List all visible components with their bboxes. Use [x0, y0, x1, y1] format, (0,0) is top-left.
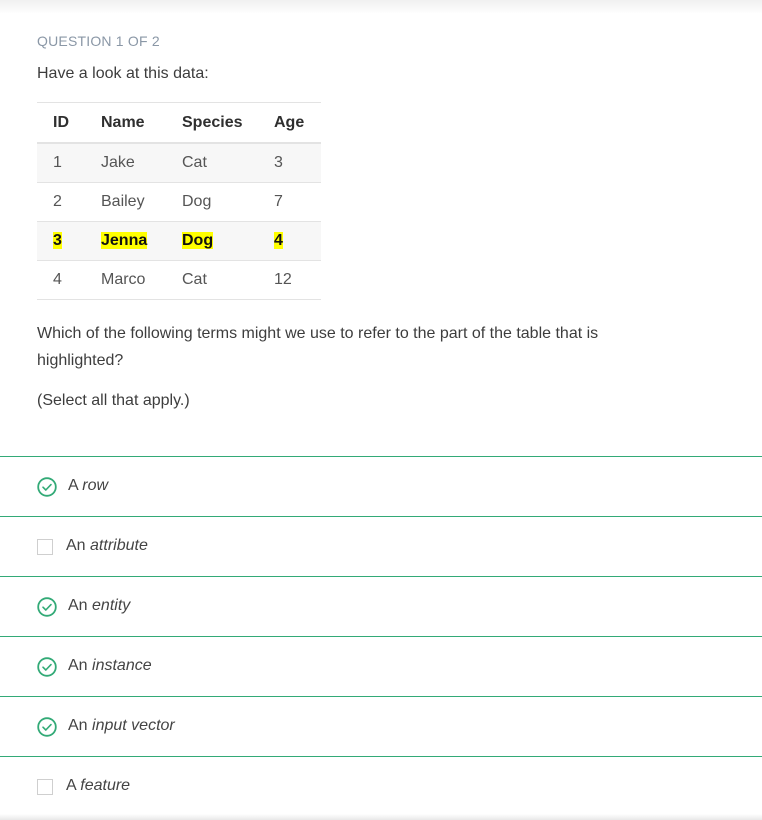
cell-id-highlighted: 3 [53, 232, 62, 249]
cell-id: 4 [37, 260, 85, 300]
option-input-vector[interactable]: An input vector [0, 696, 762, 756]
option-entity[interactable]: An entity [0, 576, 762, 636]
table-header-row: ID Name Species Age [37, 102, 321, 144]
cell-species: Cat [166, 142, 258, 183]
question-counter: QUESTION 1 OF 2 [37, 33, 160, 49]
cell-name-highlighted: Jenna [101, 232, 148, 249]
cell-name: Bailey [85, 182, 166, 222]
checkbox[interactable] [37, 539, 53, 555]
option-label: A feature [66, 777, 131, 794]
table-row: 4 Marco Cat 12 [37, 260, 321, 300]
table-row: 1 Jake Cat 3 [37, 142, 321, 183]
cell-species-highlighted: Dog [182, 232, 214, 249]
question-prompt: Which of the following terms might we us… [37, 325, 599, 369]
cell-species: Cat [166, 260, 258, 300]
top-shadow [0, 0, 762, 14]
question-hint: (Select all that apply.) [37, 392, 190, 409]
cell-age-highlighted: 4 [274, 232, 283, 249]
option-label: An attribute [66, 537, 148, 554]
cell-name: Marco [85, 260, 166, 300]
option-attribute[interactable]: An attribute [0, 516, 762, 576]
cell-age: 12 [258, 260, 321, 300]
table-row-highlighted: 3 Jenna Dog 4 [37, 221, 321, 261]
header-name: Name [85, 102, 166, 144]
table-row: 2 Bailey Dog 7 [37, 182, 321, 222]
option-label: An input vector [68, 717, 175, 734]
check-circle-icon [37, 477, 57, 497]
header-id: ID [37, 102, 85, 144]
cell-species: Dog [166, 182, 258, 222]
bottom-shadow [0, 814, 762, 820]
cell-age: 7 [258, 182, 321, 222]
cell-id: 1 [37, 142, 85, 183]
cell-id: 2 [37, 182, 85, 222]
header-age: Age [258, 102, 321, 144]
check-circle-icon [37, 657, 57, 677]
header-species: Species [166, 102, 258, 144]
option-label: A row [68, 477, 109, 494]
question-intro: Have a look at this data: [37, 65, 209, 82]
data-table: ID Name Species Age 1 Jake Cat 3 2 Baile… [37, 102, 321, 300]
checkbox[interactable] [37, 779, 53, 795]
option-instance[interactable]: An instance [0, 636, 762, 696]
cell-age: 3 [258, 142, 321, 183]
option-label: An instance [68, 657, 152, 674]
answer-options: A row An attribute An entity An instance… [0, 456, 762, 816]
option-label: An entity [68, 597, 131, 614]
option-feature[interactable]: A feature [0, 756, 762, 816]
cell-name: Jake [85, 142, 166, 183]
option-row[interactable]: A row [0, 456, 762, 516]
check-circle-icon [37, 597, 57, 617]
check-circle-icon [37, 717, 57, 737]
